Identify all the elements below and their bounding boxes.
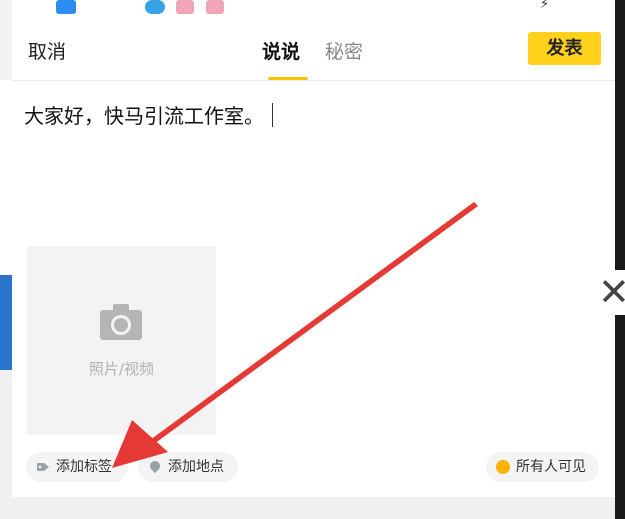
status-bar: ⚡ xyxy=(12,0,615,18)
text-cursor xyxy=(272,103,273,127)
keyboard-area-edge xyxy=(12,497,615,519)
composer-header: 取消 说说 秘密 发表 xyxy=(12,28,615,81)
add-tag-button[interactable]: 添加标签 xyxy=(26,452,128,482)
location-pin-icon xyxy=(147,458,163,474)
publish-button[interactable]: 发表 xyxy=(528,32,601,65)
active-tab-indicator xyxy=(268,77,308,80)
post-text-input[interactable]: 大家好，快马引流工作室。 xyxy=(24,100,584,128)
background-app-peek-blue xyxy=(0,275,12,370)
background-app-peek-top xyxy=(0,0,12,80)
post-composer-screen: ⚡ 取消 说说 秘密 发表 大家好，快马引流工作室。 照片/视频 添加标签 添加… xyxy=(12,0,615,519)
camera-icon xyxy=(100,304,142,340)
globe-icon xyxy=(496,460,510,474)
tag-icon xyxy=(37,463,49,471)
charging-icon: ⚡ xyxy=(540,0,550,12)
background-app-peek-mid xyxy=(0,80,12,275)
tab-secret[interactable]: 秘密 xyxy=(325,37,363,64)
background-app-peek-bottom xyxy=(0,370,12,519)
add-location-label: 添加地点 xyxy=(168,459,224,475)
close-icon: ✕ xyxy=(598,270,625,314)
app-notification-icon xyxy=(56,0,76,14)
add-tag-label: 添加标签 xyxy=(56,459,112,475)
photo-video-label: 照片/视频 xyxy=(88,360,155,378)
avatar-notification-icon xyxy=(206,0,224,14)
avatar-notification-icon xyxy=(176,0,194,14)
post-text-content: 大家好，快马引流工作室。 xyxy=(24,104,264,128)
background-app-left-edge xyxy=(0,0,12,519)
add-photo-video-button[interactable]: 照片/视频 xyxy=(27,246,216,435)
tab-shuoshuo[interactable]: 说说 xyxy=(262,37,300,64)
cancel-button[interactable]: 取消 xyxy=(28,37,66,64)
app-notification-icon xyxy=(145,0,165,14)
background-app-right-edge xyxy=(615,0,625,519)
visibility-selector[interactable]: 所有人可见 xyxy=(486,452,599,482)
visibility-label: 所有人可见 xyxy=(516,459,586,475)
add-location-button[interactable]: 添加地点 xyxy=(138,452,238,482)
